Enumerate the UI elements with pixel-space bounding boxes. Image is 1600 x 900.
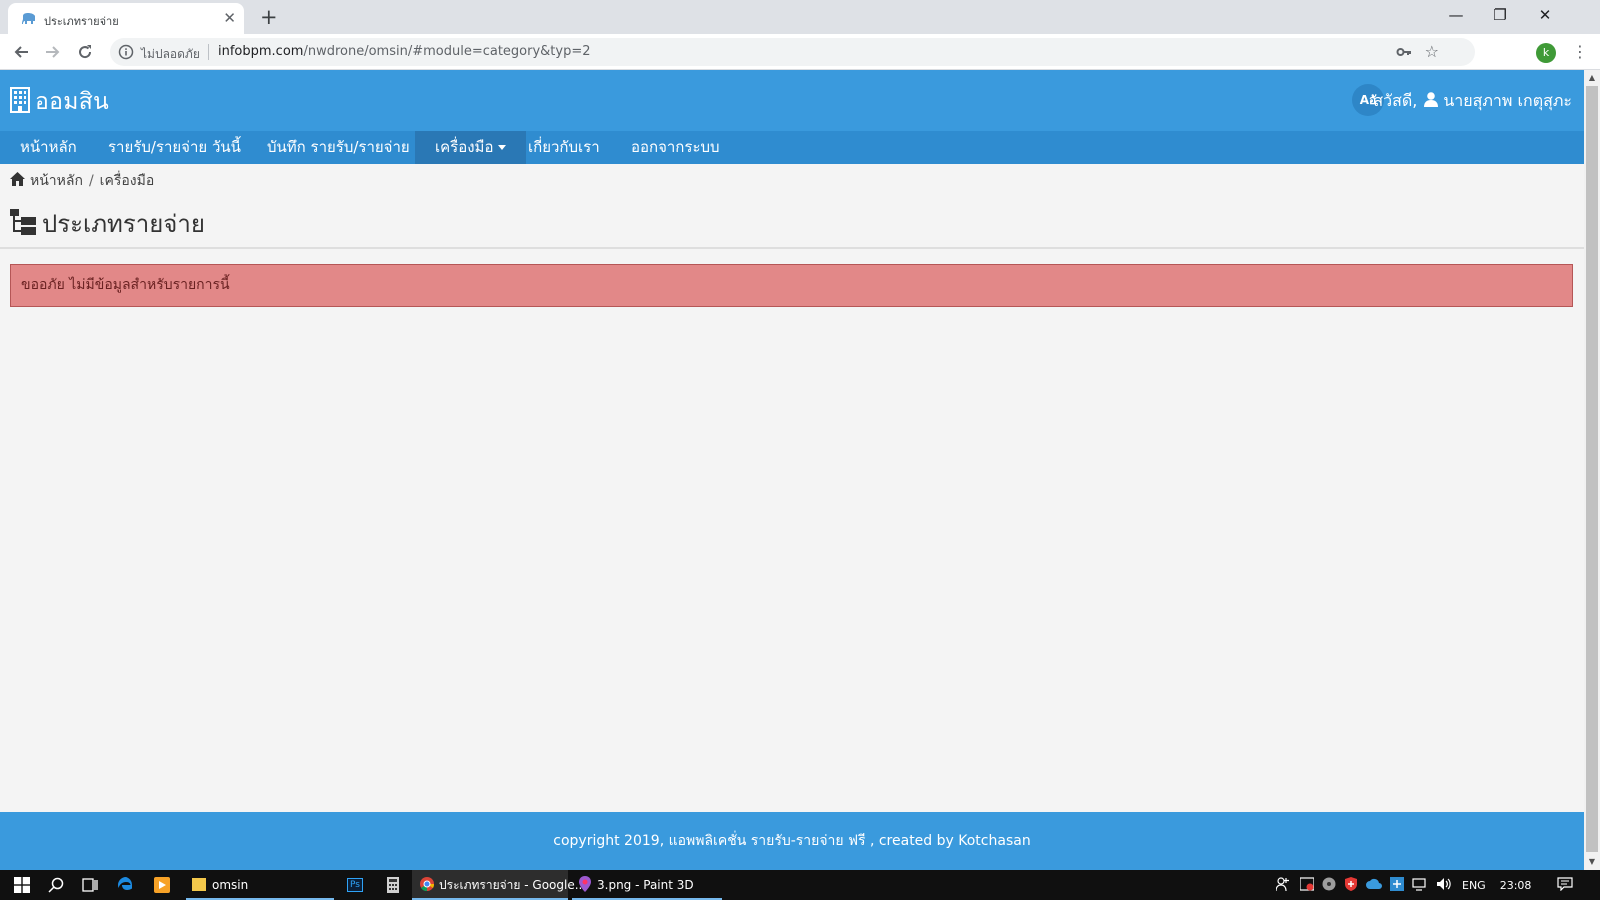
volume-icon[interactable] — [1436, 877, 1452, 894]
not-secure-label: ไม่ปลอดภัย — [141, 47, 200, 61]
reload-icon[interactable] — [72, 39, 98, 65]
greeting-label: สวัสดี, — [1373, 91, 1418, 110]
chrome-icon — [420, 876, 435, 894]
scroll-up-icon[interactable]: ▲ — [1584, 70, 1600, 86]
title-divider — [0, 247, 1584, 249]
nav-item-today[interactable]: รายรับ/รายจ่าย วันนี้ — [88, 131, 261, 164]
search-icon[interactable] — [40, 870, 72, 900]
user-name: นายสุภาพ เกตุสุภะ — [1443, 91, 1572, 110]
input-language[interactable]: ENG — [1462, 879, 1486, 892]
nav-item-logout[interactable]: ออกจากระบบ — [611, 131, 740, 164]
breadcrumb-current: เครื่องมือ — [99, 173, 155, 189]
nav-item-home[interactable]: หน้าหลัก — [0, 131, 97, 164]
star-icon[interactable]: ☆ — [1425, 43, 1439, 61]
taskbar-app-paint3d[interactable]: 3.png - Paint 3D — [572, 870, 722, 900]
taskbar-app-chrome[interactable]: ประเภทรายจ่าย - Google... — [412, 870, 586, 900]
menu-dots-icon[interactable]: ⋮ — [1572, 42, 1588, 62]
security-alert-icon[interactable] — [1299, 876, 1315, 894]
onedrive-icon[interactable] — [1366, 878, 1382, 892]
main-nav: หน้าหลัก รายรับ/รายจ่าย วันนี้ บันทึก รา… — [0, 131, 1584, 164]
breadcrumb-home[interactable]: หน้าหลัก — [30, 170, 83, 192]
browser-tab-strip: ประเภทรายจ่าย ✕ + — ❐ ✕ — [0, 0, 1600, 34]
scroll-down-icon[interactable]: ▼ — [1584, 854, 1600, 870]
taskbar-app-label: ประเภทรายจ่าย - Google... — [439, 877, 587, 892]
taskbar-app-label: 3.png - Paint 3D — [597, 878, 694, 892]
notification-center-icon[interactable] — [1557, 876, 1574, 894]
windows-start-icon[interactable] — [6, 870, 38, 900]
restore-button[interactable]: ❐ — [1478, 3, 1522, 27]
home-icon[interactable] — [10, 172, 25, 190]
key-icon[interactable] — [1396, 44, 1412, 64]
system-tray: ENG 23:08 — [1275, 870, 1574, 900]
browser-toolbar: ไม่ปลอดภัย infobpm.com/nwdrone/omsin/#mo… — [0, 34, 1600, 70]
address-bar[interactable]: ไม่ปลอดภัย infobpm.com/nwdrone/omsin/#mo… — [110, 38, 1475, 66]
sitemap-icon — [10, 208, 36, 239]
minimize-button[interactable]: — — [1434, 3, 1478, 27]
elephant-favicon-icon — [21, 11, 37, 25]
taskbar-app-label: omsin — [212, 878, 249, 892]
user-greeting[interactable]: สวัสดี, นายสุภาพ เกตุสุภะ — [1373, 89, 1572, 114]
site-footer: copyright 2019, แอพพลิเคชั่น รายรับ-รายจ… — [0, 812, 1584, 870]
breadcrumb-separator: / — [88, 173, 94, 189]
photoshop-icon: Ps — [347, 878, 363, 892]
breadcrumb: หน้าหลัก / เครื่องมือ — [10, 170, 154, 192]
close-window-button[interactable]: ✕ — [1523, 3, 1567, 27]
taskbar-app-omsin[interactable]: omsin — [186, 870, 334, 900]
profile-avatar[interactable]: k — [1536, 43, 1556, 63]
omnibox-divider — [208, 44, 209, 60]
back-arrow-icon[interactable] — [8, 39, 34, 65]
caret-down-icon — [498, 145, 507, 150]
windows-taskbar: omsin Ps ประเภทรายจ่าย - Google... 3.png… — [0, 870, 1600, 900]
url-path: /nwdrone/omsin/#module=category&typ=2 — [303, 44, 591, 59]
shield-icon[interactable] — [1344, 876, 1358, 894]
media-player-icon[interactable] — [146, 870, 178, 900]
taskbar-app-photoshop[interactable]: Ps — [340, 870, 370, 900]
nav-item-record[interactable]: บันทึก รายรับ/รายจ่าย — [247, 131, 430, 164]
tab-title: ประเภทรายจ่าย — [44, 15, 119, 28]
people-icon[interactable] — [1275, 876, 1290, 894]
scroll-thumb[interactable] — [1586, 86, 1598, 852]
calculator-icon[interactable] — [378, 870, 408, 900]
task-view-icon[interactable] — [74, 870, 106, 900]
site-header: ออมสิน Aอั สวัสดี, นายสุภาพ เกตุสุภะ — [0, 70, 1584, 131]
page-title: ประเภทรายจ่าย — [42, 210, 205, 238]
url-host: infobpm.com — [218, 44, 304, 59]
disk-icon[interactable] — [1322, 877, 1336, 894]
folder-icon — [192, 877, 206, 894]
wifi-icon[interactable] — [1412, 877, 1428, 894]
edge-browser-icon[interactable] — [110, 870, 142, 900]
paint3d-icon — [578, 875, 592, 895]
building-icon — [10, 87, 30, 117]
no-data-alert: ขออภัย ไม่มีข้อมูลสำหรับรายการนี้ — [10, 264, 1573, 307]
web-page: ออมสิน Aอั สวัสดี, นายสุภาพ เกตุสุภะ หน้… — [0, 70, 1584, 870]
user-icon — [1424, 92, 1439, 111]
brand-name: ออมสิน — [35, 89, 110, 115]
site-logo[interactable]: ออมสิน — [10, 84, 109, 120]
clock-time[interactable]: 23:08 — [1500, 879, 1532, 892]
nav-item-tools-label: เครื่องมือ — [435, 138, 494, 156]
url-text[interactable]: infobpm.com/nwdrone/omsin/#module=catego… — [218, 44, 591, 59]
tab-close-icon[interactable]: ✕ — [223, 9, 236, 27]
network-app-icon[interactable] — [1390, 876, 1404, 894]
page-scrollbar[interactable]: ▲ ▼ — [1584, 70, 1600, 870]
page-heading: ประเภทรายจ่าย — [10, 204, 205, 243]
forward-arrow-icon[interactable] — [40, 39, 66, 65]
nav-item-about[interactable]: เกี่ยวกับเรา — [508, 131, 620, 164]
info-icon[interactable] — [118, 44, 134, 64]
browser-tab[interactable]: ประเภทรายจ่าย ✕ — [8, 3, 244, 34]
new-tab-button[interactable]: + — [260, 5, 278, 29]
